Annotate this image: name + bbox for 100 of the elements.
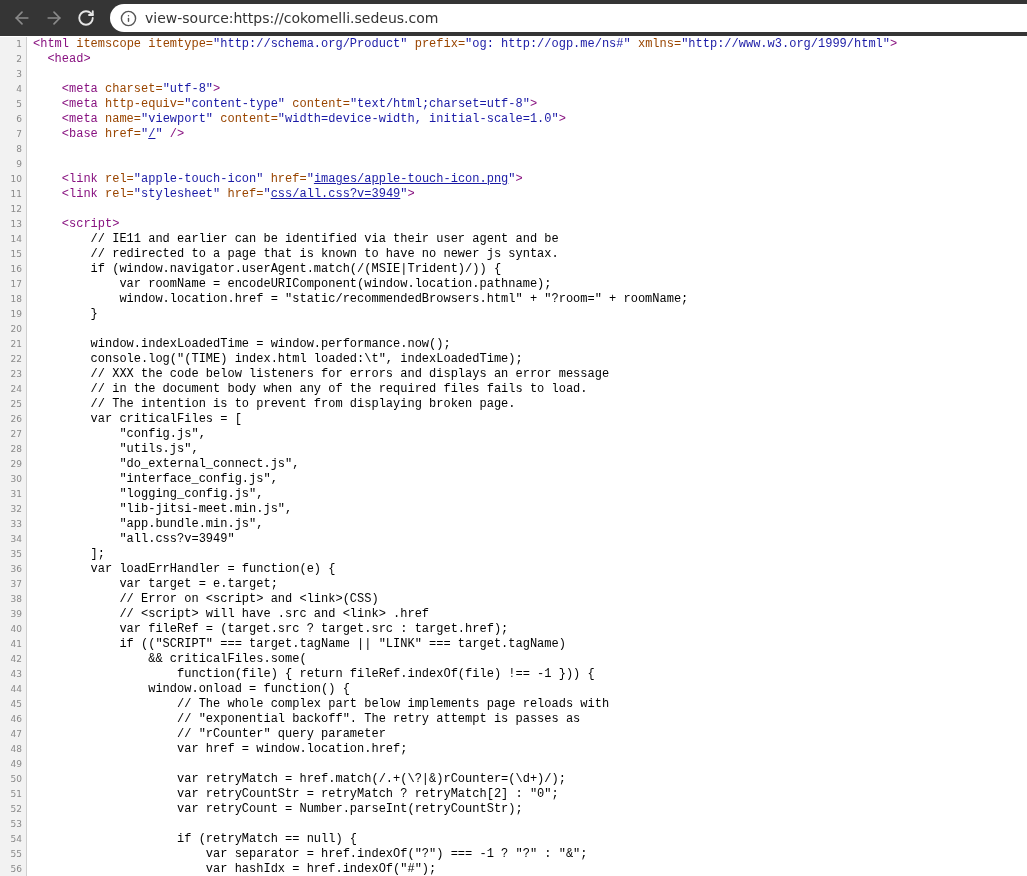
line-number: 32 bbox=[10, 503, 22, 516]
code-line: <meta http-equiv="content-type" content="text/html;charset=utf-8"> bbox=[60, 97, 538, 112]
line-number: 46 bbox=[10, 713, 22, 726]
code-line: } bbox=[89, 307, 98, 322]
code-line: // The whole complex part below implements page reloads with bbox=[176, 697, 610, 712]
line-number: 29 bbox=[10, 458, 22, 471]
line-number: 26 bbox=[10, 413, 22, 426]
line-number: 44 bbox=[10, 683, 22, 696]
line-number: 17 bbox=[10, 278, 22, 291]
code-line: window.indexLoadedTime = window.performance.now(); bbox=[89, 337, 451, 352]
code-line: "utils.js", bbox=[118, 442, 199, 457]
code-line: // "rCounter" query parameter bbox=[176, 727, 386, 742]
code-line: ]; bbox=[89, 547, 105, 562]
code-line: // XXX the code below listeners for errors and displays an error message bbox=[89, 367, 610, 382]
line-number: 33 bbox=[10, 518, 22, 531]
code-line: "do_external_connect.js", bbox=[118, 457, 300, 472]
code-line: // in the document body when any of the required files fails to load. bbox=[89, 382, 588, 397]
line-number: 37 bbox=[10, 578, 22, 591]
line-number: 16 bbox=[10, 263, 22, 276]
code-line: <meta name="viewport" content="width=device-width, initial-scale=1.0"> bbox=[60, 112, 566, 127]
line-number: 39 bbox=[10, 608, 22, 621]
code-line: "interface_config.js", bbox=[118, 472, 278, 487]
line-number: 23 bbox=[10, 368, 22, 381]
source-link[interactable]: images/apple-touch-icon.png bbox=[313, 172, 509, 186]
code-line: if (window.navigator.userAgent.match(/(MSIE|Trident)/)) { bbox=[89, 262, 502, 277]
code-line: var retryCount = Number.parseInt(retryCountStr); bbox=[176, 802, 523, 817]
line-number: 40 bbox=[10, 623, 22, 636]
code-line: window.location.href = "static/recommendedBrowsers.html" + "?room=" + roomName; bbox=[118, 292, 689, 307]
code-line: && criticalFiles.some( bbox=[147, 652, 307, 667]
code-line: <link rel="apple-touch-icon" href="images/apple-touch-icon.png"> bbox=[60, 172, 523, 187]
code-line: // IE11 and earlier can be identified via their user agent and be bbox=[89, 232, 559, 247]
code-line: "all.css?v=3949" bbox=[118, 532, 235, 547]
line-number: 27 bbox=[10, 428, 22, 441]
line-number: 7 bbox=[16, 128, 22, 141]
code-line: // <script> will have .src and <link> .href bbox=[118, 607, 430, 622]
line-number: 12 bbox=[10, 203, 22, 216]
line-number: 22 bbox=[10, 353, 22, 366]
code-line: var roomName = encodeURIComponent(window.location.pathname); bbox=[118, 277, 552, 292]
code-line: var separator = href.indexOf("?") === -1 ? "?" : "&"; bbox=[204, 847, 588, 862]
line-number: 36 bbox=[10, 563, 22, 576]
address-field[interactable]: view-source:https://cokomelli.sedeus.com bbox=[110, 4, 1027, 32]
source-link[interactable]: css/all.css?v=3949 bbox=[270, 187, 401, 201]
code-line: // Error on <script> and <link>(CSS) bbox=[118, 592, 379, 607]
line-number: 38 bbox=[10, 593, 22, 606]
line-number: 43 bbox=[10, 668, 22, 681]
line-number: 35 bbox=[10, 548, 22, 561]
line-number: 42 bbox=[10, 653, 22, 666]
line-number: 20 bbox=[10, 323, 22, 336]
code-line: "app.bundle.min.js", bbox=[118, 517, 264, 532]
source-link[interactable]: / bbox=[148, 127, 156, 141]
code-line: var loadErrHandler = function(e) { bbox=[89, 562, 336, 577]
line-number: 55 bbox=[10, 848, 22, 861]
code-line: <link rel="stylesheet" href="css/all.css?v=3949"> bbox=[60, 187, 415, 202]
line-number: 25 bbox=[10, 398, 22, 411]
code-line: var target = e.target; bbox=[118, 577, 278, 592]
line-number: 19 bbox=[10, 308, 22, 321]
line-number: 48 bbox=[10, 743, 22, 756]
code-line: "lib-jitsi-meet.min.js", bbox=[118, 502, 293, 517]
line-number: 47 bbox=[10, 728, 22, 741]
line-number: 41 bbox=[10, 638, 22, 651]
line-number: 21 bbox=[10, 338, 22, 351]
line-number: 5 bbox=[16, 98, 22, 111]
line-number: 10 bbox=[10, 173, 22, 186]
code-line: console.log("(TIME) index.html loaded:\t", indexLoadedTime); bbox=[89, 352, 523, 367]
line-number: 30 bbox=[10, 473, 22, 486]
line-number: 14 bbox=[10, 233, 22, 246]
code-line: var retryCountStr = retryMatch ? retryMatch[2] : "0"; bbox=[176, 787, 559, 802]
code-line: // "exponential backoff". The retry attempt is passes as bbox=[176, 712, 581, 727]
line-number: 18 bbox=[10, 293, 22, 306]
code-line: <base href="/" /> bbox=[60, 127, 185, 142]
reload-icon bbox=[77, 9, 95, 27]
line-number: 24 bbox=[10, 383, 22, 396]
code-line: "config.js", bbox=[118, 427, 206, 442]
line-number: 34 bbox=[10, 533, 22, 546]
code-line: function(file) { return fileRef.indexOf(file) !== -1 })) { bbox=[176, 667, 595, 682]
line-number: 2 bbox=[16, 53, 22, 66]
code-line: var href = window.location.href; bbox=[176, 742, 408, 757]
code-line: var retryMatch = href.match(/.+(\?|&)rCounter=(\d+)/); bbox=[176, 772, 566, 787]
line-number: 4 bbox=[16, 83, 22, 96]
code-line: <meta charset="utf-8"> bbox=[60, 82, 221, 97]
line-number: 13 bbox=[10, 218, 22, 231]
line-number: 6 bbox=[16, 113, 22, 126]
line-number: 49 bbox=[10, 758, 22, 771]
line-number: 51 bbox=[10, 788, 22, 801]
line-number: 15 bbox=[10, 248, 22, 261]
code-line: if (retryMatch == null) { bbox=[176, 832, 358, 847]
code-line: // The intention is to prevent from displaying broken page. bbox=[89, 397, 516, 412]
line-number: 52 bbox=[10, 803, 22, 816]
line-number: 28 bbox=[10, 443, 22, 456]
code-line: // redirected to a page that is known to have no newer js syntax. bbox=[89, 247, 559, 262]
line-number: 45 bbox=[10, 698, 22, 711]
line-number: 56 bbox=[10, 863, 22, 876]
code-line: <script> bbox=[60, 217, 120, 232]
line-number: 9 bbox=[16, 158, 22, 171]
line-number: 53 bbox=[10, 818, 22, 831]
line-number: 8 bbox=[16, 143, 22, 156]
code-line: "logging_config.js", bbox=[118, 487, 264, 502]
code-line: var hashIdx = href.indexOf("#"); bbox=[204, 862, 437, 876]
code-line: var criticalFiles = [ bbox=[89, 412, 242, 427]
line-number: 3 bbox=[16, 68, 22, 81]
